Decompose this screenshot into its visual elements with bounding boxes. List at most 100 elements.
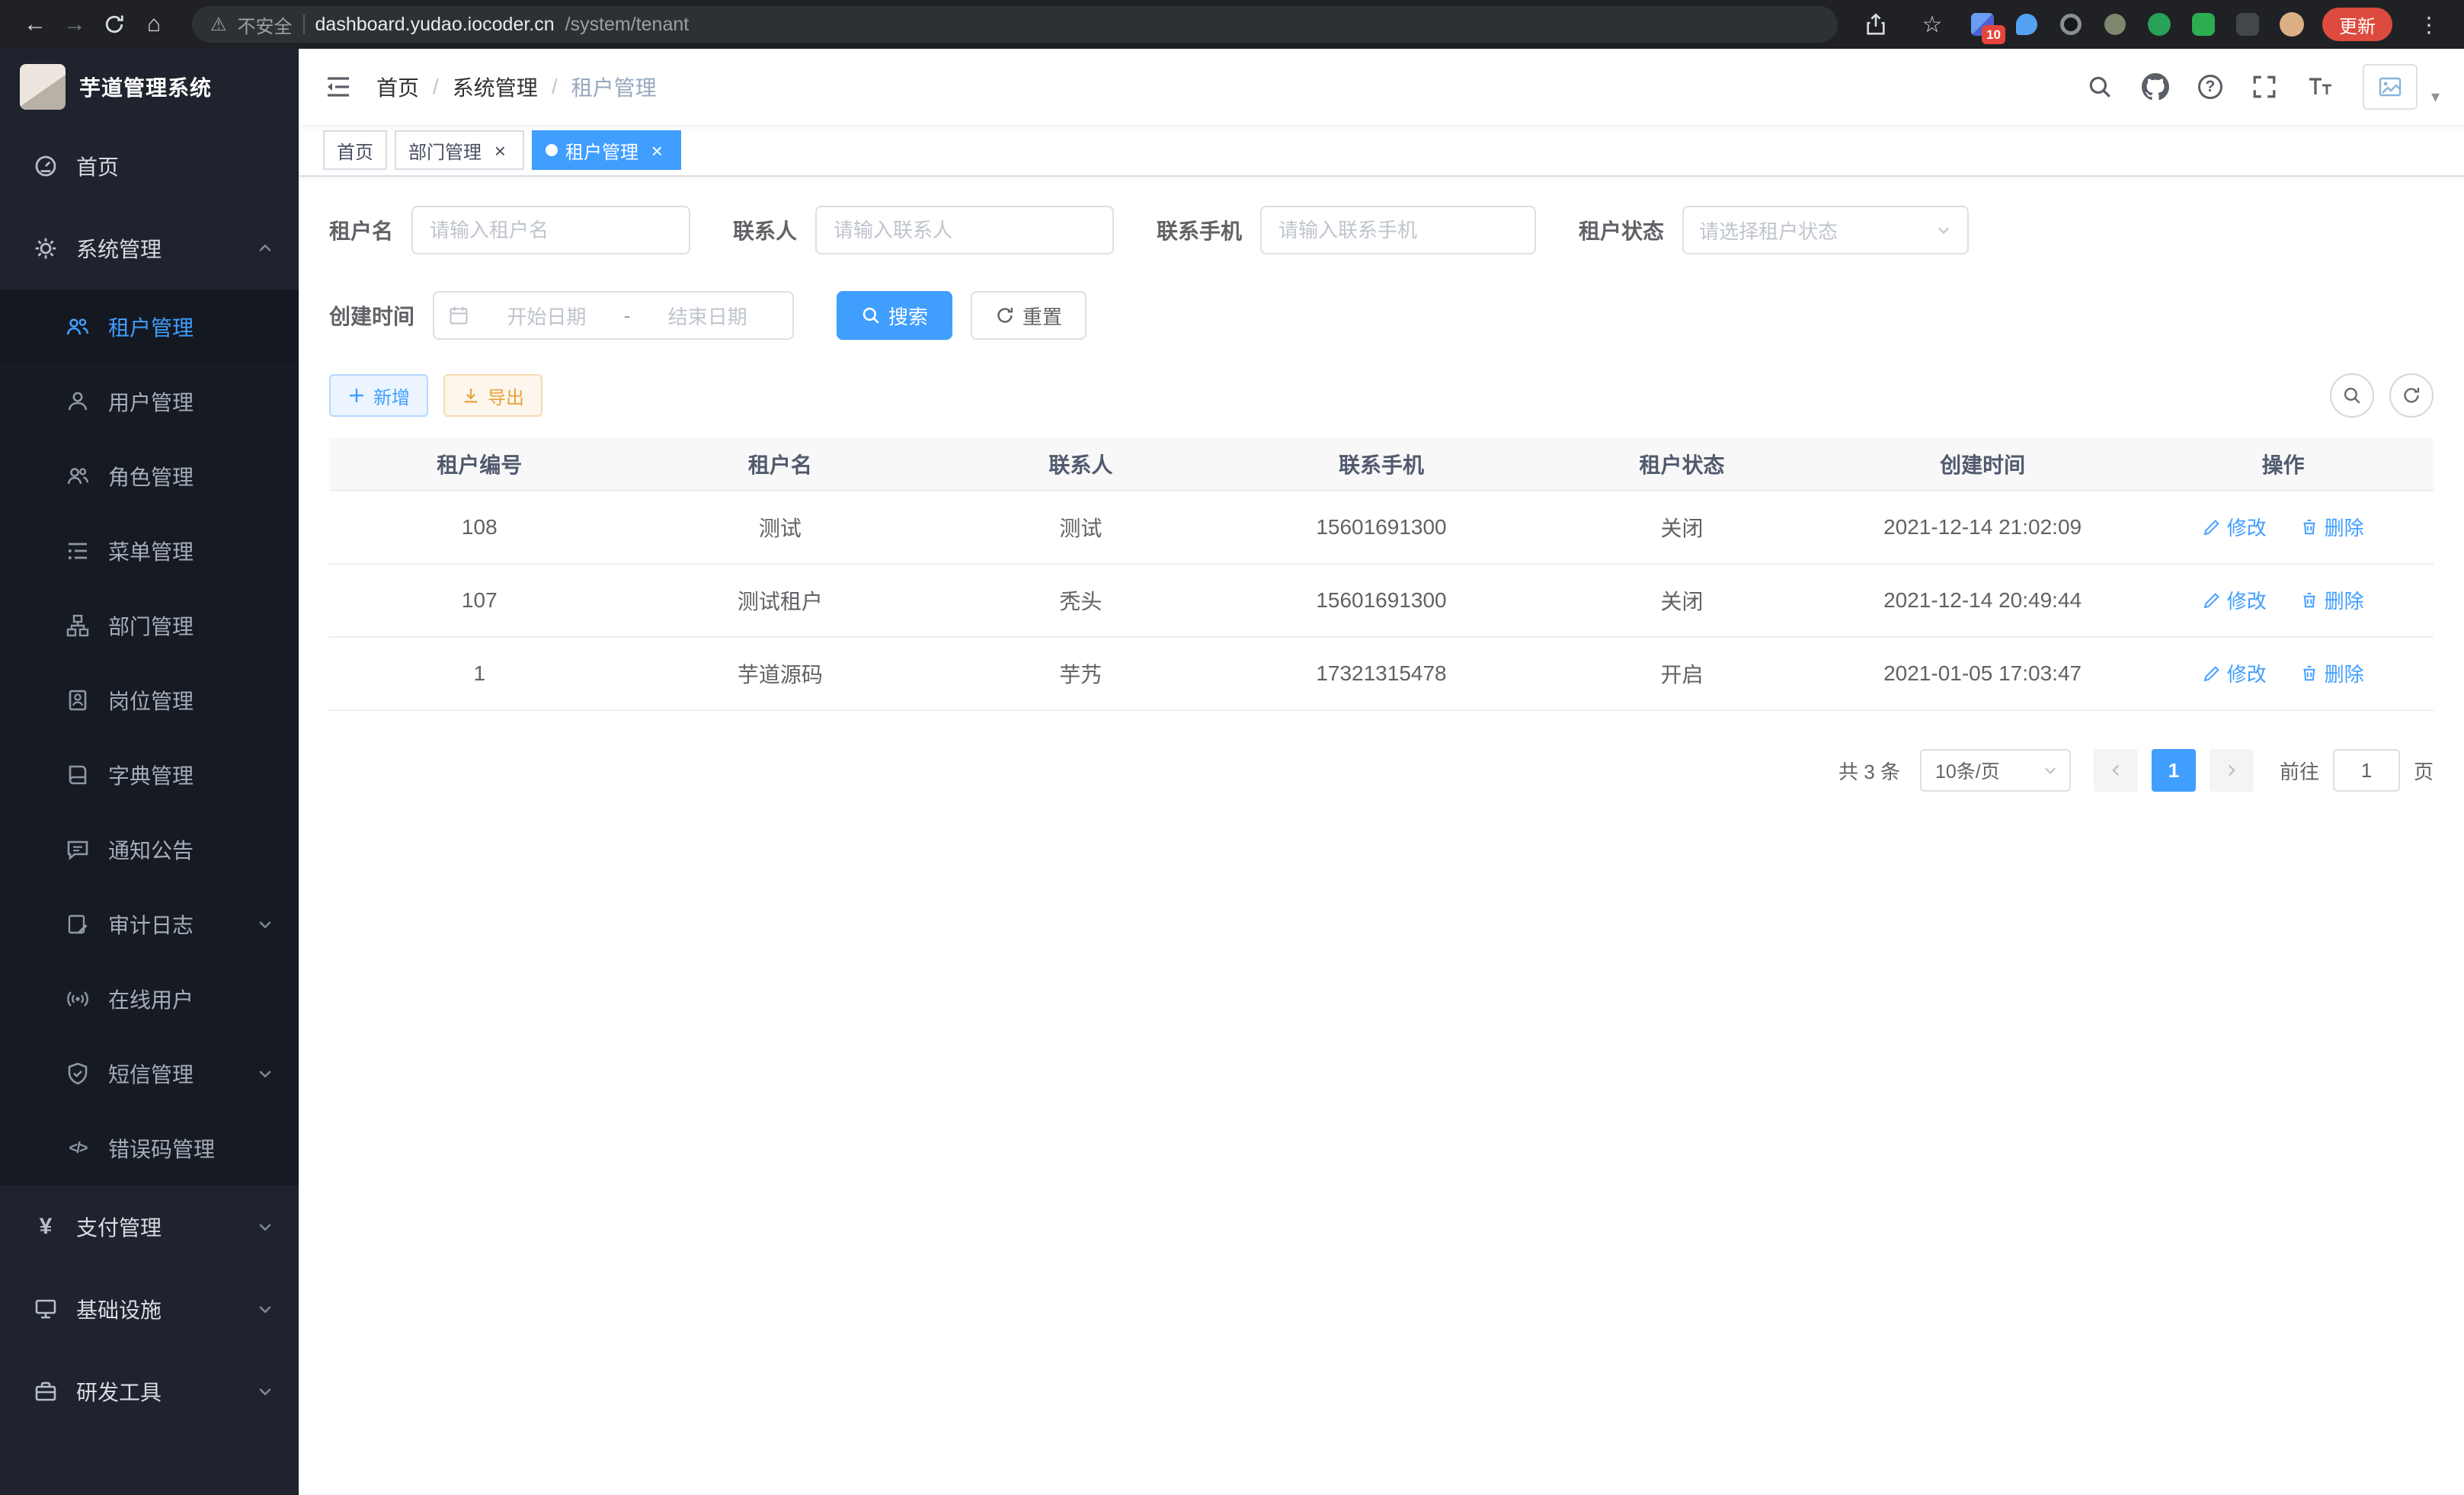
- puzzle-icon[interactable]: [2234, 11, 2261, 38]
- edit-link[interactable]: 修改: [2203, 586, 2267, 614]
- home-button[interactable]: ⌂: [134, 5, 174, 44]
- sidebar-item-system[interactable]: 系统管理: [0, 207, 299, 290]
- share-icon[interactable]: [1856, 5, 1896, 44]
- tenant-name-input[interactable]: [411, 206, 690, 255]
- edit-link-label: 修改: [2227, 586, 2267, 614]
- search-icon[interactable]: [2087, 74, 2113, 100]
- system-submenu: 租户管理 用户管理 角色管理 菜单管理 部门管理: [0, 290, 299, 1186]
- contact-input[interactable]: [815, 206, 1114, 255]
- top-navbar: 首页 / 系统管理 / 租户管理 ? ▾: [299, 49, 2464, 125]
- sidebar-toggle-icon[interactable]: [323, 72, 354, 102]
- create-time-range-picker[interactable]: 开始日期 - 结束日期: [433, 291, 794, 340]
- profile-avatar[interactable]: [2278, 11, 2306, 38]
- tag-label: 租户管理: [565, 137, 638, 164]
- sidebar-item-online-users[interactable]: 在线用户: [0, 962, 299, 1036]
- sidebar-item-error-code[interactable]: </> 错误码管理: [0, 1111, 299, 1186]
- close-icon[interactable]: ×: [489, 139, 510, 161]
- navbar-actions: ? ▾: [2087, 64, 2440, 110]
- chevron-down-icon[interactable]: ▾: [2431, 87, 2440, 110]
- sidebar-item-payment[interactable]: ¥ 支付管理: [0, 1186, 299, 1268]
- app-logo[interactable]: 芋道管理系统: [0, 49, 299, 125]
- sidebar-item-sms[interactable]: 短信管理: [0, 1036, 299, 1111]
- kebab-menu-icon[interactable]: ⋮: [2409, 5, 2449, 44]
- add-button[interactable]: 新增: [329, 374, 428, 417]
- sidebar-item-dict[interactable]: 字典管理: [0, 738, 299, 812]
- sidebar-item-menu[interactable]: 菜单管理: [0, 514, 299, 588]
- sidebar-item-infrastructure[interactable]: 基础设施: [0, 1268, 299, 1350]
- address-bar[interactable]: ⚠ 不安全 dashboard.yudao.iocoder.cn/system/…: [192, 6, 1838, 43]
- sidebar-item-post[interactable]: 岗位管理: [0, 663, 299, 738]
- cell-status: 开启: [1531, 637, 1832, 710]
- extension-icon-ring[interactable]: [2057, 11, 2085, 38]
- logo-image: [20, 64, 66, 110]
- sidebar-menu: 首页 系统管理 租户管理 用户管理 角色管理: [0, 125, 299, 1433]
- tenant-name-label: 租户名: [329, 215, 411, 245]
- sidebar-item-audit-log[interactable]: 审计日志: [0, 887, 299, 962]
- tag-dept[interactable]: 部门管理 ×: [395, 130, 524, 170]
- app-title: 芋道管理系统: [79, 72, 212, 102]
- sidebar-item-label: 首页: [76, 151, 119, 181]
- edit-link[interactable]: 修改: [2203, 659, 2267, 687]
- extension-icon-pixel[interactable]: 10: [1969, 11, 1996, 38]
- forward-button[interactable]: →: [55, 5, 94, 44]
- tenant-status-select[interactable]: 请选择租户状态: [1682, 206, 1969, 255]
- tag-home[interactable]: 首页: [323, 130, 387, 170]
- dashboard-icon: [32, 154, 59, 178]
- delete-link[interactable]: 删除: [2300, 586, 2364, 614]
- export-button[interactable]: 导出: [443, 374, 542, 417]
- reload-button[interactable]: [94, 5, 134, 44]
- user-icon: [64, 389, 91, 414]
- goto-page-input[interactable]: [2333, 749, 2400, 792]
- next-page-button[interactable]: [2210, 749, 2254, 792]
- sidebar-item-tenant[interactable]: 租户管理: [0, 290, 299, 364]
- search-button[interactable]: 搜索: [837, 291, 952, 340]
- delete-link[interactable]: 删除: [2300, 659, 2364, 687]
- extension-icon-drop[interactable]: [2013, 11, 2040, 38]
- date-start-placeholder: 开始日期: [475, 302, 618, 330]
- sidebar-item-role[interactable]: 角色管理: [0, 439, 299, 514]
- calendar-icon: [448, 305, 469, 326]
- search-button-label: 搜索: [888, 302, 928, 330]
- sidebar-item-home[interactable]: 首页: [0, 125, 299, 207]
- github-icon[interactable]: [2142, 73, 2169, 101]
- update-button[interactable]: 更新: [2322, 8, 2392, 41]
- sidebar-item-label: 部门管理: [108, 610, 194, 641]
- edit-link[interactable]: 修改: [2203, 513, 2267, 541]
- extension-icon-green[interactable]: [2146, 11, 2173, 38]
- close-icon[interactable]: ×: [646, 139, 667, 161]
- chevron-down-icon: [256, 1300, 274, 1318]
- tenants-icon: [64, 315, 91, 339]
- phone-input[interactable]: [1260, 206, 1536, 255]
- reset-button[interactable]: 重置: [971, 291, 1086, 340]
- sidebar-item-dept[interactable]: 部门管理: [0, 588, 299, 663]
- toggle-search-button[interactable]: [2330, 373, 2374, 418]
- cell-created: 2021-12-14 21:02:09: [1832, 491, 2133, 564]
- help-icon[interactable]: ?: [2198, 75, 2222, 99]
- page-number-button[interactable]: 1: [2152, 749, 2196, 792]
- cell-phone: 15601691300: [1231, 491, 1532, 564]
- cell-name: 测试租户: [630, 564, 931, 637]
- sidebar-item-notice[interactable]: 通知公告: [0, 812, 299, 887]
- delete-link[interactable]: 删除: [2300, 513, 2364, 541]
- cell-created: 2021-01-05 17:03:47: [1832, 637, 2133, 710]
- refresh-button[interactable]: [2389, 373, 2434, 418]
- page-size-select[interactable]: 10条/页: [1920, 749, 2071, 792]
- user-avatar[interactable]: [2363, 64, 2418, 110]
- breadcrumb-item-system[interactable]: 系统管理: [453, 72, 538, 102]
- font-size-icon[interactable]: [2306, 73, 2334, 101]
- fullscreen-icon[interactable]: [2251, 74, 2277, 100]
- breadcrumb-item-home[interactable]: 首页: [376, 72, 419, 102]
- sidebar-item-dev-tools[interactable]: 研发工具: [0, 1350, 299, 1433]
- bookmark-star-icon[interactable]: ☆: [1912, 5, 1952, 44]
- prev-page-button[interactable]: [2094, 749, 2138, 792]
- tag-tenant[interactable]: 租户管理 ×: [532, 130, 681, 170]
- chevron-down-icon: [2042, 762, 2059, 779]
- extension-icon-chat[interactable]: [2190, 11, 2217, 38]
- cell-phone: 17321315478: [1231, 637, 1532, 710]
- tag-label: 首页: [337, 137, 373, 164]
- back-button[interactable]: ←: [15, 5, 55, 44]
- security-label: 不安全: [238, 11, 293, 38]
- extension-icon-olive[interactable]: [2101, 11, 2129, 38]
- roles-icon: [64, 464, 91, 488]
- sidebar-item-user[interactable]: 用户管理: [0, 364, 299, 439]
